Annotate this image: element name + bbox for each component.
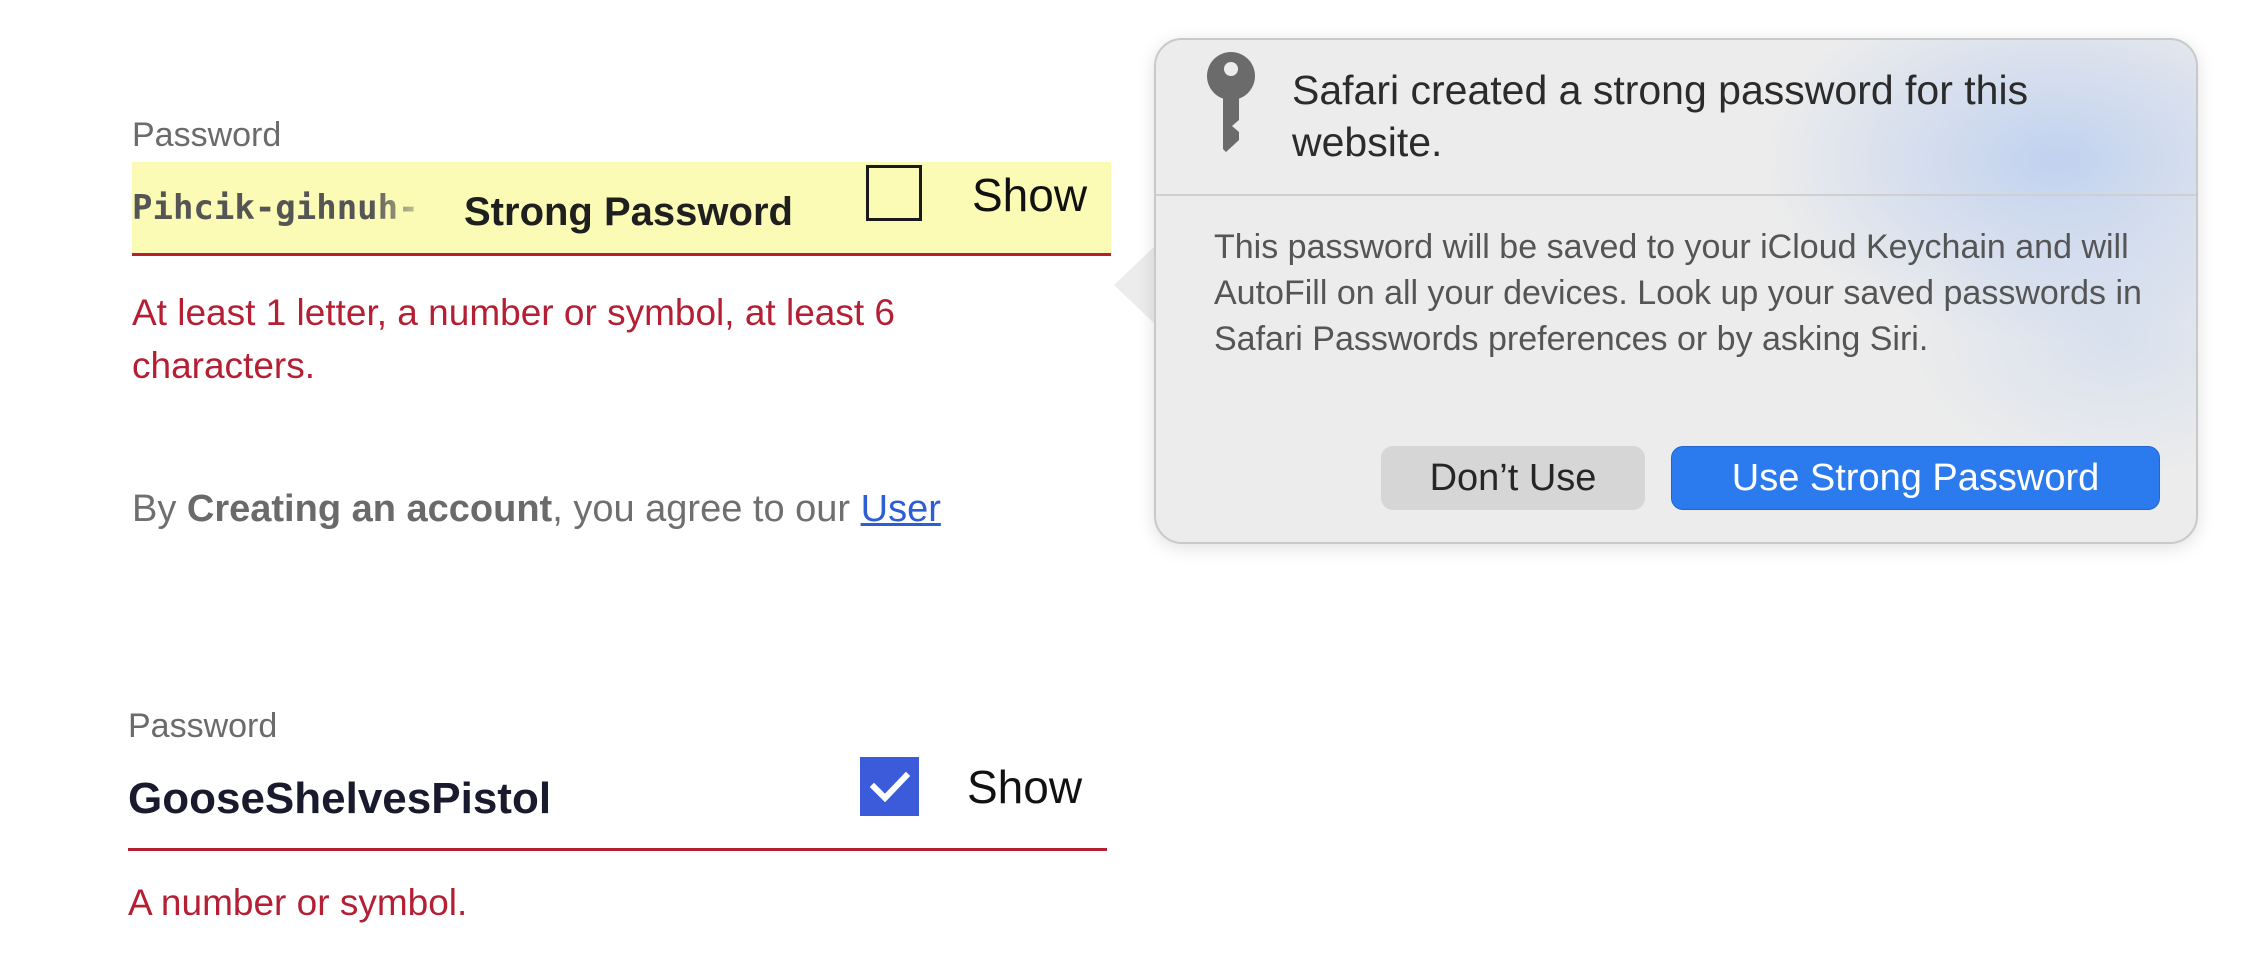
show-password-label[interactable]: Show (972, 168, 1087, 222)
terms-agreement: By Creating an account, you agree to our… (132, 488, 941, 531)
terms-middle: , you agree to our (552, 488, 861, 530)
terms-bold: Creating an account (186, 488, 553, 530)
popover-divider (1156, 194, 2196, 196)
show-password-label-2[interactable]: Show (967, 760, 1082, 814)
show-password-checkbox[interactable] (866, 165, 922, 221)
password-label: Password (132, 116, 282, 154)
use-strong-password-button[interactable]: Use Strong Password (1671, 446, 2160, 510)
user-agreement-link[interactable]: User (861, 488, 941, 530)
dont-use-button[interactable]: Don’t Use (1381, 446, 1645, 510)
popover-arrow (1114, 245, 1156, 325)
password-value-2[interactable]: GooseShelvesPistol (128, 774, 551, 824)
checkmark-icon (869, 771, 910, 802)
strong-password-tag: Strong Password (464, 190, 793, 234)
password-label-2: Password (128, 707, 278, 745)
popover-description: This password will be saved to your iClo… (1214, 228, 2142, 358)
key-icon (1204, 52, 1258, 154)
show-password-checkbox-checked[interactable] (860, 757, 919, 816)
password-fade (372, 170, 452, 250)
password-error-message: At least 1 letter, a number or symbol, a… (132, 292, 895, 386)
password-error-message-2: A number or symbol. (128, 882, 468, 923)
password-underline-2 (128, 848, 1107, 851)
terms-prefix: By (132, 488, 187, 530)
popover-title: Safari created a strong password for thi… (1292, 67, 2029, 165)
